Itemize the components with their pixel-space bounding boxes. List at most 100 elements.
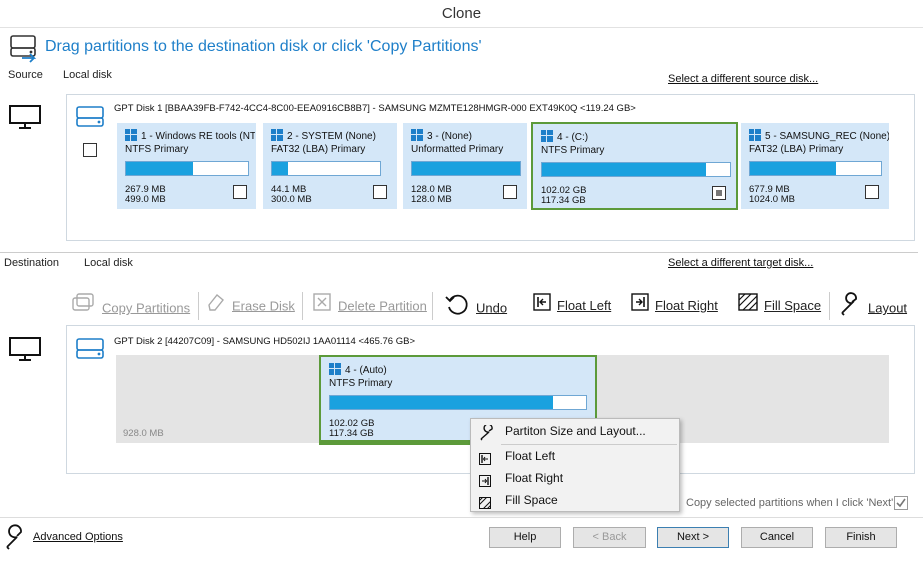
toolbar-separator (829, 292, 830, 320)
partition-total: 117.34 GB (329, 428, 374, 439)
disk-drive-icon (8, 34, 40, 67)
partition-type: NTFS Primary (125, 144, 189, 155)
finish-button[interactable]: Finish (825, 527, 897, 548)
usage-bar-fill (126, 162, 194, 175)
usage-bar (411, 161, 521, 176)
source-partition-5[interactable]: 5 - SAMSUNG_REC (None) FAT32 (LBA) Prima… (741, 123, 889, 209)
usage-bar (541, 162, 731, 177)
usage-bar (125, 161, 249, 176)
help-button[interactable]: Help (489, 527, 561, 548)
menu-item-size-layout[interactable]: Partiton Size and Layout... (471, 420, 679, 442)
partition-type: NTFS Primary (329, 378, 393, 389)
copy-on-next-label: Copy selected partitions when I click 'N… (686, 497, 894, 509)
footer-divider (0, 517, 923, 518)
fill-space-button[interactable]: Fill Space (738, 292, 821, 320)
erase-disk-button[interactable]: Erase Disk (206, 292, 295, 320)
partition-total: 300.0 MB (271, 194, 312, 205)
toolbar-separator (432, 292, 433, 320)
menu-item-float-right[interactable]: Float Right (471, 467, 679, 489)
section-divider (0, 252, 918, 253)
delete-icon (312, 292, 332, 322)
partition-name: 3 - (None) (427, 131, 473, 142)
partition-checkbox[interactable] (865, 185, 879, 199)
wrench-icon (838, 292, 864, 326)
monitor-icon (8, 336, 42, 365)
layout-button[interactable]: Layout (838, 292, 907, 320)
copy-partitions-icon (70, 292, 96, 326)
partition-total: 117.34 GB (541, 195, 586, 206)
usage-bar-fill (330, 396, 553, 409)
free-space-label: 928.0 MB (123, 428, 164, 439)
wrench-icon (4, 524, 30, 553)
partition-total: 499.0 MB (125, 194, 166, 205)
next-button[interactable]: Next > (657, 527, 729, 548)
select-source-disk-link[interactable]: Select a different source disk... (668, 73, 818, 85)
hard-disk-icon (75, 336, 105, 365)
usage-bar-fill (750, 162, 837, 175)
partition-total: 128.0 MB (411, 194, 452, 205)
windows-icon (125, 129, 137, 141)
windows-icon (541, 130, 553, 142)
destination-disk-title: GPT Disk 2 [44207C09] - SAMSUNG HD502IJ … (114, 336, 415, 347)
menu-item-fill-space[interactable]: Fill Space (471, 489, 679, 511)
destination-label: Destination (4, 257, 60, 269)
usage-bar (749, 161, 882, 176)
source-partition-2[interactable]: 2 - SYSTEM (None) FAT32 (LBA) Primary 44… (263, 123, 397, 209)
float-right-button[interactable]: Float Right (631, 292, 718, 320)
float-left-icon (533, 292, 551, 321)
menu-item-float-left[interactable]: Float Left (471, 445, 679, 467)
usage-bar (271, 161, 381, 176)
partition-name: 4 - (Auto) (345, 365, 387, 376)
source-partition-3[interactable]: 3 - (None) Unformatted Primary 128.0 MB 1… (403, 123, 527, 209)
partition-checkbox[interactable] (373, 185, 387, 199)
partition-checkbox[interactable] (233, 185, 247, 199)
partition-name: 1 - Windows RE tools (NTFS) (141, 131, 255, 142)
windows-icon (329, 363, 341, 375)
source-disk-title: GPT Disk 1 [BBAA39FB-F742-4CC4-8C00-EEA0… (114, 103, 636, 114)
fill-space-icon (738, 292, 758, 321)
destination-sublabel: Local disk (84, 257, 133, 269)
partition-total: 1024.0 MB (749, 194, 795, 205)
source-partition-4[interactable]: 4 - (C:) NTFS Primary 102.02 GB 117.34 GB (531, 122, 738, 210)
undo-icon (444, 292, 470, 326)
select-target-disk-link[interactable]: Select a different target disk... (668, 257, 813, 269)
fill-space-icon (478, 494, 492, 516)
partition-checkbox[interactable] (503, 185, 517, 199)
windows-icon (749, 129, 761, 141)
partition-name: 4 - (C:) (557, 132, 589, 143)
usage-bar-fill (542, 163, 706, 176)
partition-type: NTFS Primary (541, 145, 605, 156)
partition-name: 5 - SAMSUNG_REC (None) (765, 131, 889, 142)
usage-bar-fill (272, 162, 289, 175)
windows-icon (411, 129, 423, 141)
copy-on-next-checkbox[interactable] (894, 496, 908, 510)
float-right-icon (631, 292, 649, 321)
hard-disk-icon (75, 104, 105, 133)
partition-checkbox[interactable] (712, 186, 726, 200)
cancel-button[interactable]: Cancel (741, 527, 813, 548)
erase-icon (206, 292, 226, 322)
delete-partition-button[interactable]: Delete Partition (312, 292, 427, 320)
context-menu: Partiton Size and Layout... Float Left F… (470, 418, 680, 512)
partition-type: Unformatted Primary (411, 144, 504, 155)
partition-type: FAT32 (LBA) Primary (271, 144, 366, 155)
usage-bar (329, 395, 587, 410)
advanced-options-link[interactable]: Advanced Options (33, 531, 123, 543)
window-title: Clone (0, 0, 923, 28)
partition-type: FAT32 (LBA) Primary (749, 144, 844, 155)
partition-name: 2 - SYSTEM (None) (287, 131, 376, 142)
usage-bar-fill (412, 162, 520, 175)
source-partition-1[interactable]: 1 - Windows RE tools (NTFS) NTFS Primary… (117, 123, 256, 209)
undo-button[interactable]: Undo (444, 292, 507, 320)
monitor-icon (8, 104, 42, 133)
check-icon (896, 498, 906, 508)
source-sublabel: Local disk (63, 69, 112, 81)
back-button[interactable]: < Back (573, 527, 646, 548)
toolbar-separator (302, 292, 303, 320)
copy-partitions-button[interactable]: Copy Partitions (70, 292, 190, 320)
float-left-button[interactable]: Float Left (533, 292, 611, 320)
headline: Drag partitions to the destination disk … (45, 38, 482, 55)
windows-icon (271, 129, 283, 141)
source-disk-checkbox[interactable] (83, 143, 97, 157)
source-label: Source (8, 69, 43, 81)
